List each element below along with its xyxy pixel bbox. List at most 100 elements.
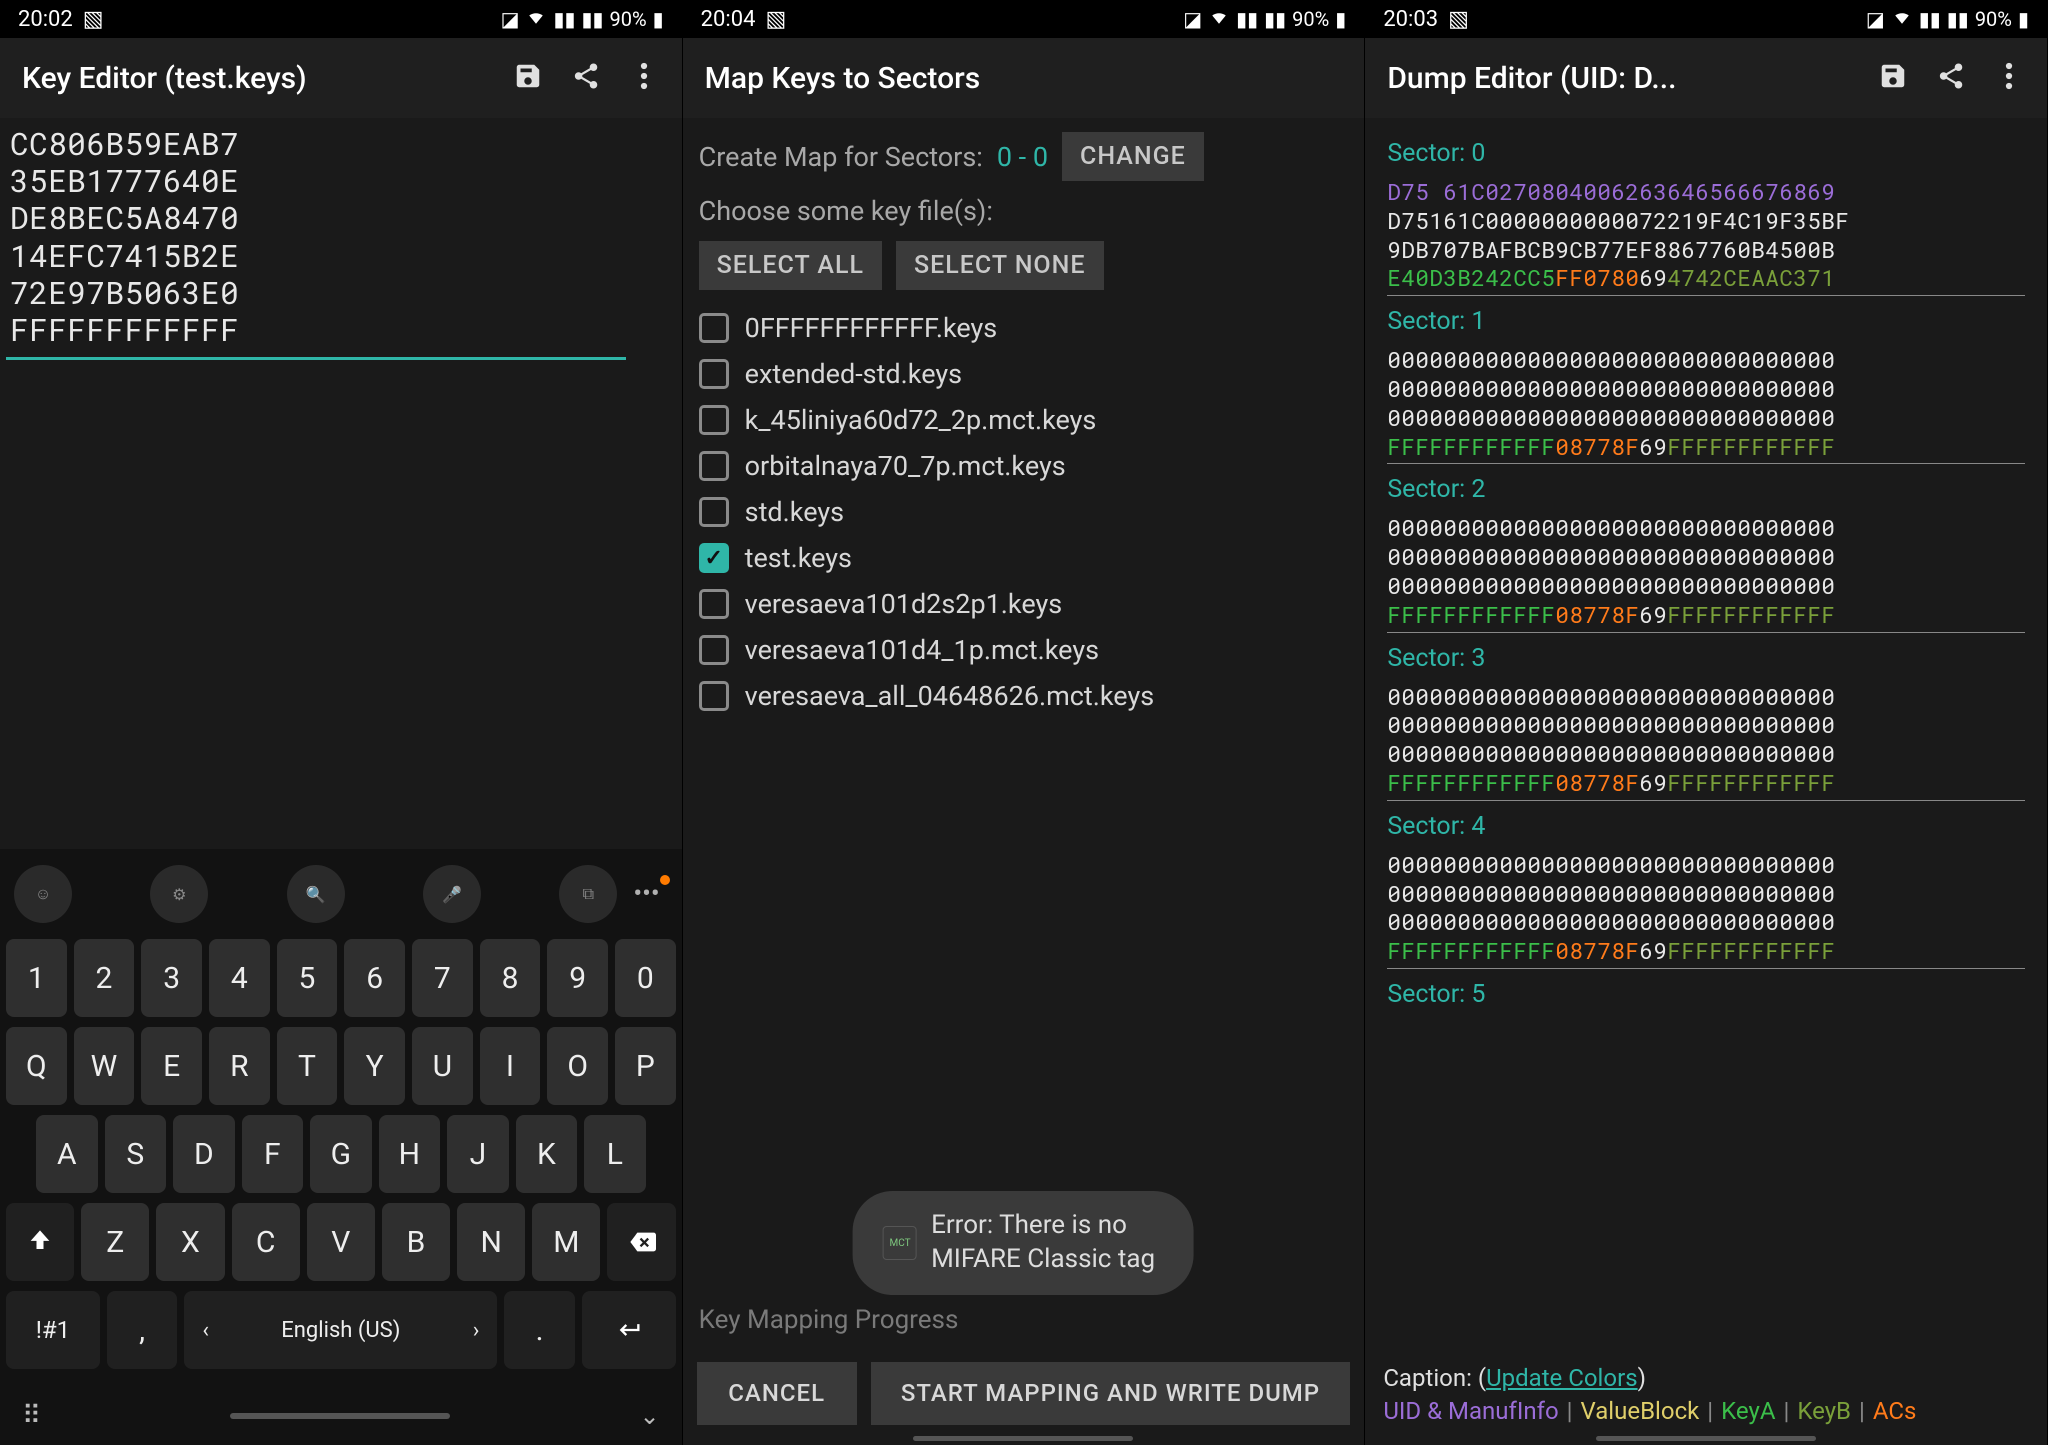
checkbox[interactable]: [699, 451, 729, 481]
hex-line[interactable]: 00000000000000000000000000000000: [1387, 880, 2025, 909]
key-J[interactable]: J: [447, 1115, 509, 1193]
checkbox[interactable]: [699, 359, 729, 389]
keyfile-item[interactable]: std.keys: [699, 490, 1349, 534]
key-4[interactable]: 4: [209, 939, 270, 1017]
hex-line[interactable]: 00000000000000000000000000000000: [1387, 908, 2025, 937]
hex-line[interactable]: 9DB707BAFBCB9CB77EF8867760B4500B: [1387, 236, 2025, 265]
keyfile-item[interactable]: extended-std.keys: [699, 352, 1349, 396]
hex-line[interactable]: FFFFFFFFFFFF08778F69FFFFFFFFFFFF: [1387, 769, 2025, 798]
key-U[interactable]: U: [412, 1027, 473, 1105]
key-A[interactable]: A: [36, 1115, 98, 1193]
key-H[interactable]: H: [379, 1115, 441, 1193]
hex-line[interactable]: 00000000000000000000000000000000: [1387, 375, 2025, 404]
checkbox[interactable]: [699, 589, 729, 619]
space-key[interactable]: ‹ English (US) ›: [184, 1291, 497, 1369]
key-2[interactable]: 2: [74, 939, 135, 1017]
hex-line[interactable]: 00000000000000000000000000000000: [1387, 851, 2025, 880]
keyfile-item[interactable]: veresaeva_all_04648626.mct.keys: [699, 674, 1349, 718]
home-indicator[interactable]: [1596, 1436, 1816, 1441]
key-0[interactable]: 0: [615, 939, 676, 1017]
enter-key[interactable]: [582, 1291, 676, 1369]
hex-line[interactable]: FFFFFFFFFFFF08778F69FFFFFFFFFFFF: [1387, 433, 2025, 462]
emoji-icon[interactable]: ☺: [14, 865, 72, 923]
key-7[interactable]: 7: [412, 939, 473, 1017]
select-all-button[interactable]: SELECT ALL: [699, 241, 882, 290]
key-F[interactable]: F: [242, 1115, 304, 1193]
change-button[interactable]: CHANGE: [1062, 132, 1204, 181]
kb-more-icon[interactable]: •••: [625, 879, 667, 909]
hex-line[interactable]: D75 61C0270804006263646566676869: [1387, 178, 2025, 207]
hex-line[interactable]: 00000000000000000000000000000000: [1387, 740, 2025, 769]
key-V[interactable]: V: [307, 1203, 375, 1281]
translate-icon[interactable]: ⧉: [559, 865, 617, 923]
home-indicator[interactable]: [913, 1436, 1133, 1441]
keyfile-item[interactable]: veresaeva101d2s2p1.keys: [699, 582, 1349, 626]
hex-line[interactable]: 00000000000000000000000000000000: [1387, 572, 2025, 601]
overflow-icon[interactable]: [1989, 61, 2029, 95]
gear-icon[interactable]: ⚙: [150, 865, 208, 923]
key-E[interactable]: E: [141, 1027, 202, 1105]
key-editor-textarea[interactable]: CC806B59EAB735EB1777640EDE8BEC5A847014EF…: [0, 118, 682, 357]
keyfile-item[interactable]: k_45liniya60d72_2p.mct.keys: [699, 398, 1349, 442]
hex-line[interactable]: D75161C0000000000072219F4C19F35BF: [1387, 207, 2025, 236]
key-W[interactable]: W: [74, 1027, 135, 1105]
key-S[interactable]: S: [105, 1115, 167, 1193]
key-6[interactable]: 6: [344, 939, 405, 1017]
kb-grid-icon[interactable]: ⠿: [22, 1401, 41, 1431]
checkbox[interactable]: [699, 405, 729, 435]
key-T[interactable]: T: [277, 1027, 338, 1105]
save-icon[interactable]: [508, 61, 548, 95]
hex-line[interactable]: FFFFFFFFFFFF08778F69FFFFFFFFFFFF: [1387, 601, 2025, 630]
key-G[interactable]: G: [310, 1115, 372, 1193]
key-X[interactable]: X: [156, 1203, 224, 1281]
hex-line[interactable]: 00000000000000000000000000000000: [1387, 514, 2025, 543]
key-C[interactable]: C: [232, 1203, 300, 1281]
checkbox[interactable]: [699, 543, 729, 573]
key-9[interactable]: 9: [547, 939, 608, 1017]
key-3[interactable]: 3: [141, 939, 202, 1017]
key-B[interactable]: B: [382, 1203, 450, 1281]
hex-line[interactable]: 00000000000000000000000000000000: [1387, 543, 2025, 572]
checkbox[interactable]: [699, 313, 729, 343]
keyfile-item[interactable]: test.keys: [699, 536, 1349, 580]
key-D[interactable]: D: [173, 1115, 235, 1193]
kb-hide-icon[interactable]: ⌄: [640, 1402, 660, 1430]
checkbox[interactable]: [699, 681, 729, 711]
shift-key[interactable]: [6, 1203, 74, 1281]
key-M[interactable]: M: [532, 1203, 600, 1281]
dump-content[interactable]: Sector: 0D75 61C027080400626364656667686…: [1365, 118, 2047, 1019]
hex-line[interactable]: 00000000000000000000000000000000: [1387, 346, 2025, 375]
hex-line[interactable]: 00000000000000000000000000000000: [1387, 711, 2025, 740]
backspace-key[interactable]: [607, 1203, 675, 1281]
key-L[interactable]: L: [584, 1115, 646, 1193]
key-K[interactable]: K: [516, 1115, 578, 1193]
hex-line[interactable]: E40D3B242CC5FF0780694742CEAAC371: [1387, 264, 2025, 293]
symbols-key[interactable]: !#1: [6, 1291, 100, 1369]
update-colors-link[interactable]: Update Colors: [1486, 1364, 1638, 1392]
keyfile-item[interactable]: 0FFFFFFFFFFFF.keys: [699, 306, 1349, 350]
mic-icon[interactable]: 🎤: [423, 865, 481, 923]
key-8[interactable]: 8: [480, 939, 541, 1017]
keyfile-item[interactable]: orbitalnaya70_7p.mct.keys: [699, 444, 1349, 488]
comma-key[interactable]: ,: [107, 1291, 177, 1369]
select-none-button[interactable]: SELECT NONE: [896, 241, 1104, 290]
key-I[interactable]: I: [480, 1027, 541, 1105]
checkbox[interactable]: [699, 635, 729, 665]
checkbox[interactable]: [699, 497, 729, 527]
period-key[interactable]: .: [504, 1291, 574, 1369]
key-Z[interactable]: Z: [81, 1203, 149, 1281]
key-R[interactable]: R: [209, 1027, 270, 1105]
home-indicator[interactable]: [230, 1413, 450, 1419]
overflow-icon[interactable]: [624, 61, 664, 95]
hex-line[interactable]: 00000000000000000000000000000000: [1387, 683, 2025, 712]
editor-content[interactable]: CC806B59EAB735EB1777640EDE8BEC5A847014EF…: [0, 118, 682, 1445]
save-icon[interactable]: [1873, 61, 1913, 95]
cancel-button[interactable]: CANCEL: [697, 1362, 857, 1425]
share-icon[interactable]: [566, 61, 606, 95]
keyfile-item[interactable]: veresaeva101d4_1p.mct.keys: [699, 628, 1349, 672]
hex-line[interactable]: 00000000000000000000000000000000: [1387, 404, 2025, 433]
hex-line[interactable]: FFFFFFFFFFFF08778F69FFFFFFFFFFFF: [1387, 937, 2025, 966]
key-N[interactable]: N: [457, 1203, 525, 1281]
key-Y[interactable]: Y: [344, 1027, 405, 1105]
search-icon[interactable]: 🔍: [287, 865, 345, 923]
